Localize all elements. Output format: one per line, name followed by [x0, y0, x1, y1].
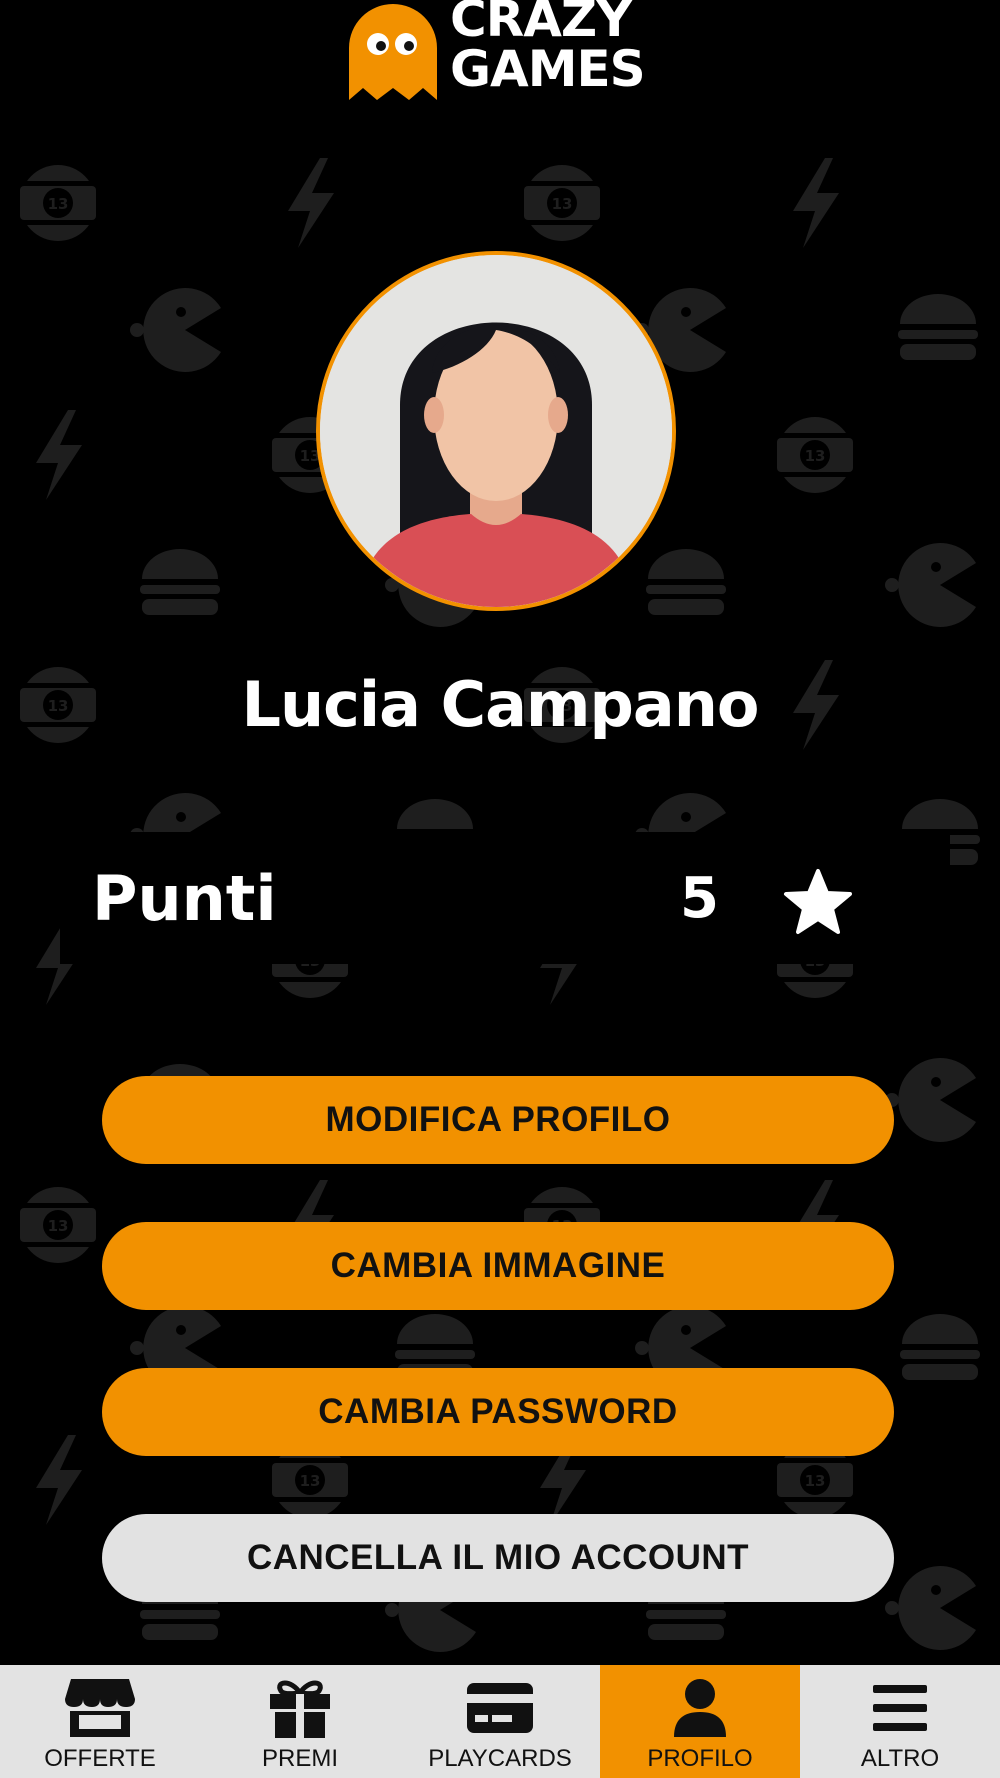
- change-image-button[interactable]: CAMBIA IMMAGINE: [102, 1222, 894, 1310]
- points-panel: Punti 5: [60, 832, 950, 964]
- menu-icon: [873, 1685, 927, 1731]
- tab-label: PROFILO: [647, 1745, 753, 1772]
- ghost-icon: [349, 4, 437, 100]
- gift-icon: [270, 1680, 330, 1738]
- logo-line-1: CRAZY: [450, 0, 632, 48]
- card-icon: [467, 1683, 533, 1733]
- tab-altro[interactable]: ALTRO: [800, 1665, 1000, 1778]
- tab-label: PREMI: [261, 1745, 338, 1772]
- logo-wordmark: CRAZY GAMES: [450, 0, 670, 94]
- tab-premi[interactable]: PREMI: [200, 1665, 400, 1778]
- tab-profilo[interactable]: PROFILO: [600, 1665, 800, 1778]
- points-value: 5: [680, 866, 719, 931]
- tab-label: PLAYCARDS: [428, 1745, 572, 1772]
- star-icon: [784, 869, 852, 934]
- store-icon: [65, 1679, 135, 1737]
- change-password-button[interactable]: CAMBIA PASSWORD: [102, 1368, 894, 1456]
- user-name: Lucia Campano: [241, 668, 760, 741]
- edit-profile-button[interactable]: MODIFICA PROFILO: [102, 1076, 894, 1164]
- points-label: Punti: [92, 862, 277, 935]
- delete-account-button[interactable]: CANCELLA IL MIO ACCOUNT: [102, 1514, 894, 1602]
- tab-label: OFFERTE: [44, 1745, 156, 1772]
- tab-label: ALTRO: [860, 1745, 940, 1772]
- logo-line-2: GAMES: [450, 40, 646, 98]
- bottom-tab-bar: OFFERTE PREMI PLAYCARDS PROFILO ALTRO: [0, 1665, 1000, 1778]
- profile-avatar[interactable]: [316, 251, 676, 611]
- tab-playcards[interactable]: PLAYCARDS: [400, 1665, 600, 1778]
- user-icon: [674, 1679, 726, 1737]
- crazy-games-logo: CRAZY GAMES: [340, 0, 660, 105]
- tab-offerte[interactable]: OFFERTE: [0, 1665, 200, 1778]
